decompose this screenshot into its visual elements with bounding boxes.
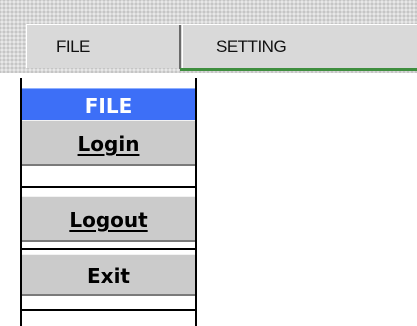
menu-bar-accent-line: [180, 68, 417, 71]
logout-menu-label: Logout: [69, 208, 148, 232]
exit-menu-item[interactable]: Exit: [22, 254, 195, 296]
menu-divider: [22, 248, 195, 250]
menu-tab-file[interactable]: FILE: [27, 25, 183, 69]
dropdown-header-file: FILE: [22, 88, 195, 120]
login-menu-label: Login: [77, 132, 140, 156]
menu-bar: FILE SETTING: [26, 24, 417, 69]
app-window: FILE SETTING FILE Login Logout Exit: [0, 0, 417, 326]
menu-tab-setting[interactable]: SETTING: [185, 25, 417, 69]
logout-menu-item[interactable]: Logout: [22, 196, 195, 242]
menu-divider: [22, 309, 195, 311]
exit-menu-label: Exit: [87, 264, 130, 288]
menu-divider: [22, 186, 195, 188]
login-menu-item[interactable]: Login: [22, 120, 195, 166]
file-dropdown-menu: FILE Login Logout Exit: [20, 78, 197, 326]
